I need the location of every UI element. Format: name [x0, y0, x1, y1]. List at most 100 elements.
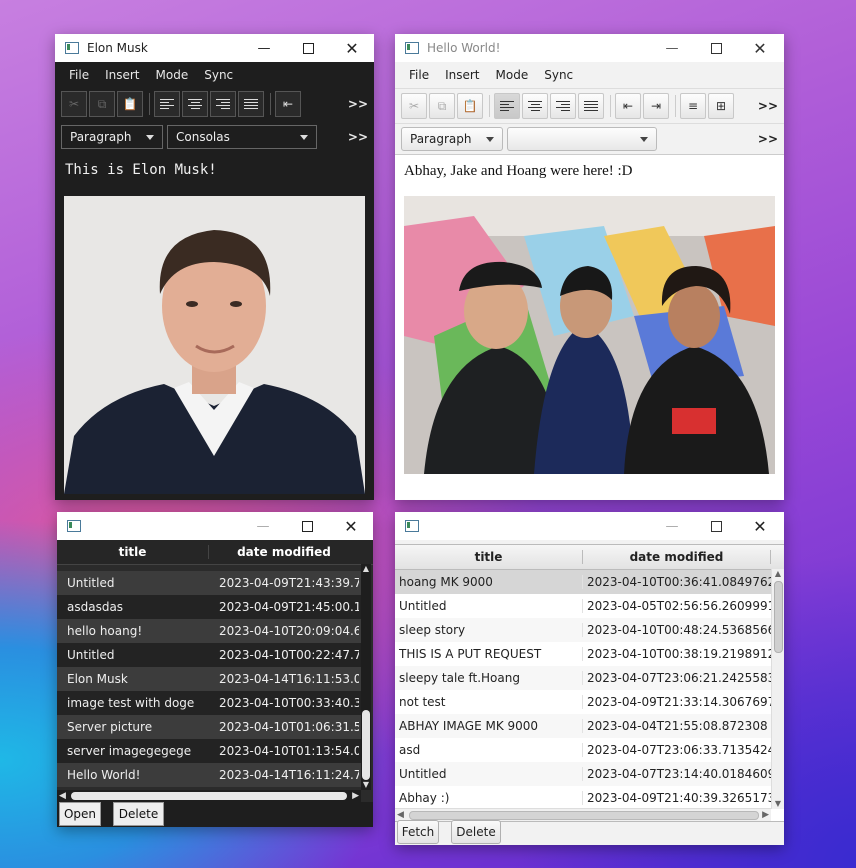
table-row[interactable]: Hello World! 2023-04-14T16:11:24.74...	[57, 763, 361, 787]
column-header-title[interactable]: title	[57, 545, 209, 559]
vertical-scrollbar[interactable]: ▲ ▼	[361, 564, 371, 790]
table-row[interactable]: server imagegegege 2023-04-10T01:13:54.04…	[57, 739, 361, 763]
scroll-down-icon[interactable]: ▼	[361, 780, 371, 790]
align-center-button[interactable]	[522, 93, 548, 119]
toolbar-overflow-button[interactable]: >>	[348, 97, 368, 111]
menu-sync[interactable]: Sync	[536, 68, 581, 82]
editor-content[interactable]: This is Elon Musk!	[55, 154, 374, 500]
light-document-list-window: — ✕ title date modified hoang MK 9000 202…	[395, 512, 784, 845]
scrollbar-thumb[interactable]	[774, 581, 783, 653]
fetch-button[interactable]: Fetch	[397, 820, 439, 844]
scrollbar-thumb[interactable]	[409, 811, 759, 820]
column-header-date-modified[interactable]: date modified	[209, 545, 359, 559]
table-row[interactable]: sleepy tale ft.Hoang 2023-04-07T23:06:21.…	[395, 666, 771, 690]
editor-content[interactable]: Abhay, Jake and Hoang were here! :D	[395, 155, 784, 500]
close-button[interactable]: ✕	[738, 34, 782, 62]
outdent-button[interactable]: ⇤	[275, 91, 301, 117]
scroll-down-icon[interactable]: ▼	[772, 799, 784, 809]
menu-mode[interactable]: Mode	[488, 68, 537, 82]
table-row[interactable]: THIS IS A PUT REQUEST 2023-04-10T00:38:19…	[395, 642, 771, 666]
table-row[interactable]: hello hoang! 2023-04-10T20:09:04.63...	[57, 619, 361, 643]
format-toolbar: ✂ ⧉ 📋 ⇤ >>	[55, 88, 374, 120]
title-bar[interactable]: Elon Musk — ✕	[55, 34, 374, 62]
horizontal-scrollbar[interactable]: ◀ ▶	[395, 808, 771, 821]
align-right-icon	[216, 99, 230, 109]
scrollbar-thumb[interactable]	[71, 792, 347, 800]
menu-insert[interactable]: Insert	[97, 68, 147, 82]
column-header-date-modified[interactable]: date modified	[583, 550, 771, 564]
table-row[interactable]: image test with doge 2023-04-10T00:33:40.…	[57, 691, 361, 715]
maximize-button[interactable]	[694, 512, 738, 540]
scroll-right-icon[interactable]: ▶	[762, 809, 769, 821]
bullet-list-button[interactable]: ≡	[680, 93, 706, 119]
table-row[interactable]: Elon Musk 2023-04-14T16:11:53.02...	[57, 667, 361, 691]
scroll-left-icon[interactable]: ◀	[59, 790, 66, 802]
table-row[interactable]: not test 2023-04-09T21:33:14.306769700	[395, 690, 771, 714]
menu-file[interactable]: File	[401, 68, 437, 82]
scroll-up-icon[interactable]: ▲	[772, 569, 784, 579]
scroll-up-icon[interactable]: ▲	[361, 564, 371, 574]
maximize-button[interactable]	[286, 34, 330, 62]
paragraph-style-select[interactable]: Paragraph	[401, 127, 503, 151]
minimize-button[interactable]: —	[650, 512, 694, 540]
close-button[interactable]: ✕	[329, 512, 373, 540]
table-row[interactable]: Server picture 2023-04-10T01:06:31.58...	[57, 715, 361, 739]
close-button[interactable]: ✕	[738, 512, 782, 540]
minimize-button[interactable]: —	[241, 512, 285, 540]
copy-button[interactable]: ⧉	[89, 91, 115, 117]
align-left-button[interactable]	[494, 93, 520, 119]
table-row[interactable]: asd 2023-04-07T23:06:33.713542400	[395, 738, 771, 762]
menu-insert[interactable]: Insert	[437, 68, 487, 82]
cut-button[interactable]: ✂	[61, 91, 87, 117]
paragraph-style-select[interactable]: Paragraph	[61, 125, 163, 149]
table-row[interactable]: Untitled 2023-04-09T21:43:39.77...	[57, 571, 361, 595]
paste-button[interactable]: 📋	[457, 93, 483, 119]
table-row[interactable]: Untitled 2023-04-05T02:56:56.260999100	[395, 594, 771, 618]
table-row[interactable]: Abhay :) 2023-04-09T21:40:39.326517300	[395, 786, 771, 810]
scrollbar-thumb[interactable]	[362, 710, 370, 780]
vertical-scrollbar[interactable]: ▲ ▼	[771, 569, 784, 809]
open-button[interactable]: Open	[59, 802, 101, 826]
table-row[interactable]: asdasdas 2023-04-09T21:45:00.15...	[57, 595, 361, 619]
justify-button[interactable]	[578, 93, 604, 119]
title-bar[interactable]: — ✕	[395, 512, 784, 540]
scroll-right-icon[interactable]: ▶	[352, 790, 359, 802]
table-row[interactable]: ABHAY IMAGE MK 9000 2023-04-04T21:55:08.8…	[395, 714, 771, 738]
style-toolbar: Paragraph >>	[395, 123, 784, 155]
toolbar-overflow-button[interactable]: >>	[758, 99, 778, 113]
title-bar[interactable]: Hello World! — ✕	[395, 34, 784, 62]
toolbar-overflow-button[interactable]: >>	[348, 130, 368, 144]
align-right-button[interactable]	[550, 93, 576, 119]
title-bar[interactable]: — ✕	[57, 512, 373, 540]
table-row[interactable]: sleep story 2023-04-10T00:48:24.536856600	[395, 618, 771, 642]
delete-button[interactable]: Delete	[113, 802, 164, 826]
toolbar-overflow-button[interactable]: >>	[758, 132, 778, 146]
table-row[interactable]: Untitled 2023-04-07T23:14:40.018460900	[395, 762, 771, 786]
align-left-button[interactable]	[154, 91, 180, 117]
horizontal-scrollbar[interactable]: ◀ ▶	[57, 790, 361, 802]
table-row[interactable]: hoang MK 9000 2023-04-10T00:36:41.0849762…	[395, 570, 771, 594]
close-button[interactable]: ✕	[330, 34, 374, 62]
menu-file[interactable]: File	[61, 68, 97, 82]
table-row[interactable]: Untitled 2023-04-10T00:22:47.79...	[57, 643, 361, 667]
align-center-button[interactable]	[182, 91, 208, 117]
clipboard-icon: 📋	[462, 99, 478, 113]
column-header-title[interactable]: title	[395, 550, 583, 564]
maximize-button[interactable]	[285, 512, 329, 540]
maximize-button[interactable]	[694, 34, 738, 62]
cut-button[interactable]: ✂	[401, 93, 427, 119]
numbered-list-button[interactable]: ⊞	[708, 93, 734, 119]
menu-mode[interactable]: Mode	[148, 68, 197, 82]
paste-button[interactable]: 📋	[117, 91, 143, 117]
font-select[interactable]: Consolas	[167, 125, 317, 149]
menu-sync[interactable]: Sync	[196, 68, 241, 82]
align-right-button[interactable]	[210, 91, 236, 117]
font-select[interactable]	[507, 127, 657, 151]
minimize-button[interactable]: —	[242, 34, 286, 62]
minimize-button[interactable]: —	[650, 34, 694, 62]
delete-button[interactable]: Delete	[451, 820, 501, 844]
copy-button[interactable]: ⧉	[429, 93, 455, 119]
outdent-button[interactable]: ⇤	[615, 93, 641, 119]
indent-button[interactable]: ⇥	[643, 93, 669, 119]
justify-button[interactable]	[238, 91, 264, 117]
